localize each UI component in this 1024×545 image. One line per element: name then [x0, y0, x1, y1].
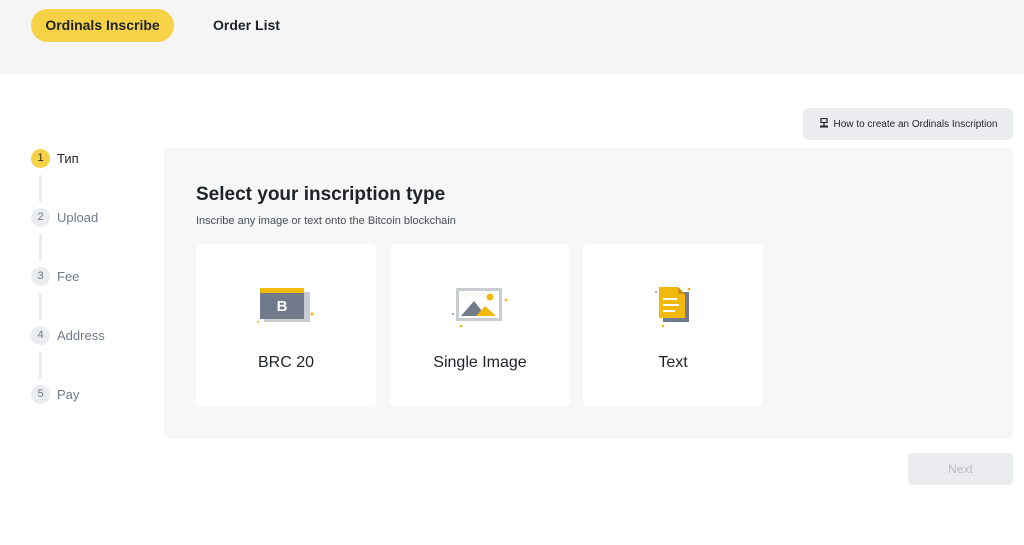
card-text[interactable]: Text: [583, 244, 763, 407]
step-upload: 2 Upload: [31, 207, 98, 227]
step-connector: [39, 293, 42, 320]
step-label: Pay: [57, 386, 80, 402]
step-type: 1 Тип: [31, 148, 79, 168]
step-label: Fee: [57, 268, 80, 284]
step-label: Address: [57, 327, 105, 343]
step-connector: [39, 352, 42, 379]
tab-ordinals-inscribe[interactable]: Ordinals Inscribe: [31, 9, 174, 42]
brc20-icon: B: [256, 284, 316, 334]
step-number: 3: [31, 266, 50, 286]
how-to-inscribe-button[interactable]: How to create an Ordinals Inscription: [803, 108, 1013, 140]
brc20-icon-letter: B: [277, 298, 288, 315]
step-label: Upload: [57, 209, 99, 225]
step-connector: [39, 175, 42, 202]
step-label: Тип: [57, 150, 79, 166]
inscription-type-panel: Select your inscription type Inscribe an…: [164, 148, 1013, 439]
panel-title: Select your inscription type: [196, 184, 446, 205]
step-number: 1: [31, 148, 50, 168]
step-connector: [39, 234, 42, 261]
panel-subtitle: Inscribe any image or text onto the Bitc…: [196, 215, 456, 227]
document-icon: [643, 284, 703, 334]
tab-order-list[interactable]: Order List: [193, 9, 300, 42]
next-button[interactable]: Next: [908, 453, 1013, 485]
step-pay: 5 Pay: [31, 384, 79, 404]
image-icon: [450, 284, 510, 334]
step-number: 4: [31, 325, 50, 345]
card-brc20[interactable]: B BRC 20: [196, 244, 376, 407]
step-number: 5: [31, 384, 50, 404]
card-label: Text: [658, 354, 688, 371]
how-to-inscribe-label: How to create an Ordinals Inscription: [833, 118, 998, 130]
top-bar: Ordinals Inscribe Order List: [0, 0, 1024, 74]
sign-icon: [819, 117, 829, 131]
step-fee: 3 Fee: [31, 266, 79, 286]
step-number: 2: [31, 207, 50, 227]
card-label: Single Image: [433, 354, 527, 371]
step-address: 4 Address: [31, 325, 105, 345]
card-single-image[interactable]: Single Image: [390, 244, 570, 407]
card-label: BRC 20: [257, 354, 315, 371]
